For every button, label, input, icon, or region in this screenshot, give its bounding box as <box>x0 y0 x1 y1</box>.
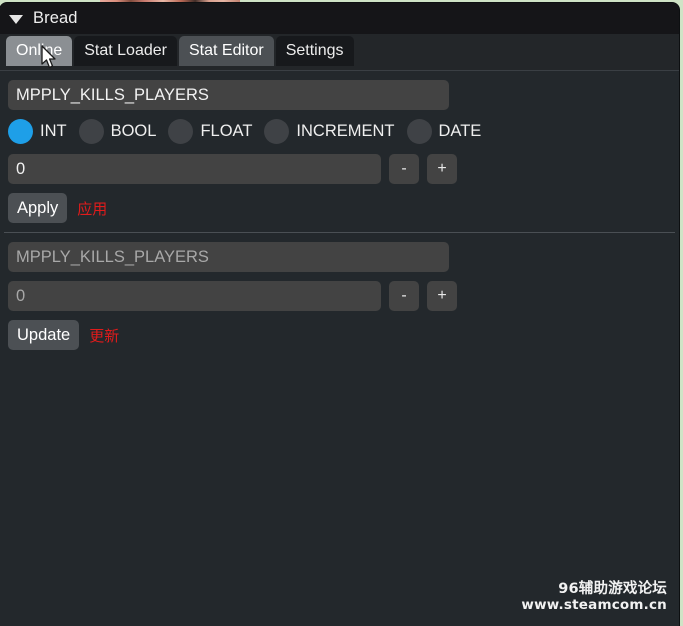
update-stat-value-input[interactable] <box>8 281 381 311</box>
apply-stat-name-input[interactable] <box>8 80 449 110</box>
radio-dot-int-icon[interactable] <box>8 119 33 144</box>
tab-stat-loader[interactable]: Stat Loader <box>74 36 177 66</box>
apply-stat-value-input[interactable] <box>8 154 381 184</box>
stat-type-radio-group: INT BOOL FLOAT INCREMENT DATE <box>8 119 671 144</box>
watermark-forum-name: 96辅助游戏论坛 <box>558 580 667 597</box>
update-action-row: Update 更新 <box>8 320 671 350</box>
radio-label-increment: INCREMENT <box>296 122 395 140</box>
radio-item-increment[interactable]: INCREMENT <box>264 119 395 144</box>
triangle-down-icon[interactable] <box>9 14 23 24</box>
tab-stat-editor[interactable]: Stat Editor <box>178 36 274 66</box>
apply-button[interactable]: Apply <box>8 193 68 223</box>
app-window: Bread Online Stat Loader Stat Editor Set… <box>0 3 679 626</box>
apply-increment-button[interactable]: + <box>427 154 457 184</box>
update-stat-name-row <box>8 242 671 272</box>
radio-item-date[interactable]: DATE <box>406 119 482 144</box>
apply-action-row: Apply 应用 <box>8 193 671 223</box>
watermark: 96辅助游戏论坛 www.steamcom.cn <box>521 581 667 614</box>
radio-label-bool: BOOL <box>110 122 157 140</box>
apply-hint-label: 应用 <box>77 199 108 218</box>
tab-strip: Online Stat Loader Stat Editor Settings <box>0 34 679 71</box>
update-hint-label: 更新 <box>89 326 120 345</box>
update-stat-name-input[interactable] <box>8 242 449 272</box>
radio-dot-date-icon[interactable] <box>406 119 432 144</box>
screen: Bread Online Stat Loader Stat Editor Set… <box>0 0 683 626</box>
update-button[interactable]: Update <box>8 320 80 350</box>
radio-item-bool[interactable]: BOOL <box>78 119 157 144</box>
tab-online[interactable]: Online <box>6 36 73 66</box>
apply-stat-name-row <box>8 80 671 110</box>
window-title: Bread <box>33 9 78 27</box>
update-stat-value-row: - + <box>8 281 671 311</box>
update-section: - + Update 更新 <box>0 233 679 350</box>
apply-stat-value-row: - + <box>8 154 671 184</box>
apply-section: INT BOOL FLOAT INCREMENT DATE <box>0 71 679 223</box>
radio-label-int: INT <box>40 122 67 140</box>
radio-item-float[interactable]: FLOAT <box>168 119 252 144</box>
radio-dot-bool-icon[interactable] <box>78 119 104 144</box>
radio-dot-increment-icon[interactable] <box>264 119 290 144</box>
update-increment-button[interactable]: + <box>427 281 457 311</box>
radio-dot-float-icon[interactable] <box>168 119 194 144</box>
radio-item-int[interactable]: INT <box>8 119 67 144</box>
radio-label-float: FLOAT <box>200 122 253 140</box>
apply-decrement-button[interactable]: - <box>389 154 419 184</box>
title-bar: Bread <box>0 3 679 34</box>
radio-label-date: DATE <box>438 122 482 140</box>
tab-settings[interactable]: Settings <box>275 36 354 66</box>
update-decrement-button[interactable]: - <box>389 281 419 311</box>
watermark-url: www.steamcom.cn <box>521 597 667 614</box>
